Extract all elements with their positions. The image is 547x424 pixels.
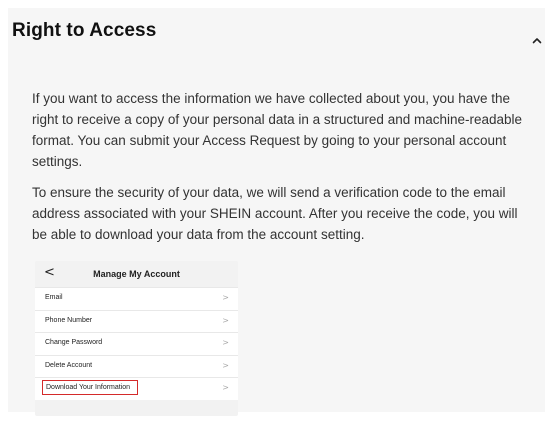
chevron-right-icon: > [222,293,229,302]
section-title[interactable]: Right to Access [12,20,156,42]
mockup-header: < Manage My Account [35,261,238,287]
chevron-up-icon[interactable] [532,35,542,45]
mockup-item-download-your-information: Download Your Information > [35,377,238,400]
mockup-item-label: Delete Account [45,361,93,369]
access-paragraph: If you want to access the information we… [32,91,523,169]
chevron-right-icon: > [222,360,229,370]
accordion-panel: Right to Access If you want to access th… [8,8,545,416]
chevron-right-icon: > [222,383,229,392]
mockup-title: Manage My Account [93,269,180,279]
mockup-item-email: Email > [35,287,238,310]
mockup-item-change-password: Change Password > [35,332,238,355]
chevron-right-icon: > [222,338,229,347]
mockup-item-delete-account: Delete Account > [35,354,238,377]
mockup-menu-list: Email > Phone Number > Change Password >… [35,287,238,400]
mockup-item-phone-number: Phone Number > [35,309,238,332]
mockup-item-label: Email [45,294,63,301]
mockup-item-label: Change Password [45,339,103,346]
chevron-right-icon: > [222,315,229,325]
mockup-item-label: Phone Number [45,316,93,324]
verification-paragraph: To ensure the security of your data, we … [32,185,518,242]
mockup-item-label: Download Your Information [46,383,131,391]
account-settings-screenshot: < Manage My Account Email > Phone Number… [35,261,238,416]
